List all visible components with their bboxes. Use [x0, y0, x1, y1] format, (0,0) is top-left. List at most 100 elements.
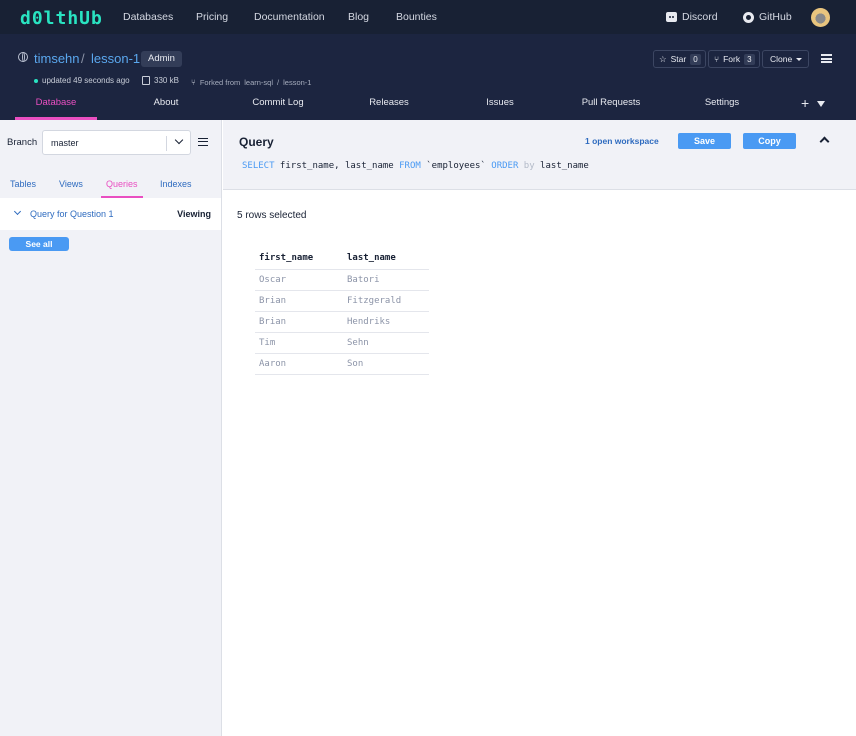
nav-link-documentation[interactable]: Documentation	[254, 11, 325, 23]
size-info: 330 kB	[142, 76, 179, 85]
forked-repo-link[interactable]: lesson-1	[283, 78, 311, 87]
results-table: first_name last_name Oscar Batori Brian …	[255, 248, 429, 375]
chevron-down-icon[interactable]	[13, 207, 22, 216]
table-cell: Aaron	[255, 353, 343, 375]
branch-label: Branch	[7, 137, 38, 148]
forked-sep: /	[277, 78, 280, 87]
discord-icon	[666, 12, 677, 22]
nav-link-bounties[interactable]: Bounties	[396, 11, 437, 23]
table-row: Brian Hendriks	[255, 311, 429, 333]
globe-icon	[18, 52, 28, 62]
tab-database[interactable]: Database	[36, 97, 77, 108]
fork-button[interactable]: ⑂ Fork 3	[708, 50, 760, 68]
column-header[interactable]: first_name	[255, 248, 343, 270]
nav-link-databases[interactable]: Databases	[123, 11, 173, 23]
star-count: 0	[690, 53, 701, 65]
github-icon	[743, 11, 754, 23]
fork-icon: ⑂	[191, 78, 196, 87]
sql-keyword-select: SELECT	[242, 161, 275, 171]
fork-icon: ⑂	[714, 54, 720, 64]
table-cell: Son	[343, 353, 429, 375]
table-cell: Batori	[343, 269, 429, 291]
select-divider	[166, 136, 167, 151]
clone-label: Clone	[770, 54, 793, 64]
github-label: GitHub	[759, 11, 792, 23]
tab-issues[interactable]: Issues	[486, 97, 513, 108]
discord-label: Discord	[682, 11, 718, 23]
sql-keyword-from: FROM	[399, 161, 421, 171]
nav-link-blog[interactable]: Blog	[348, 11, 369, 23]
updated-info: updated 49 seconds ago	[34, 76, 130, 85]
sql-table: `employees`	[420, 161, 492, 171]
copy-button[interactable]: Copy	[743, 133, 796, 149]
star-button[interactable]: ☆ Star 0	[653, 50, 706, 68]
plus-icon[interactable]: +	[801, 95, 809, 111]
sidebar-tab-views[interactable]: Views	[59, 179, 83, 189]
table-cell: Brian	[255, 290, 343, 312]
column-header[interactable]: last_name	[343, 248, 429, 270]
table-row: Brian Fitzgerald	[255, 290, 429, 312]
fork-count: 3	[744, 53, 755, 65]
branch-value: master	[51, 138, 79, 148]
table-row: Oscar Batori	[255, 269, 429, 291]
saved-query-name[interactable]: Query for Question 1	[30, 209, 114, 219]
table-header-row: first_name last_name	[255, 248, 429, 270]
table-row: Aaron Son	[255, 353, 429, 375]
sidebar-tab-tables[interactable]: Tables	[10, 179, 36, 189]
user-avatar[interactable]	[811, 8, 830, 27]
sql-query-editor[interactable]: SELECT first_name, last_name FROM `emplo…	[242, 161, 589, 171]
database-size-icon	[142, 76, 150, 85]
table-row: Tim Sehn	[255, 332, 429, 354]
chevron-down-icon	[174, 135, 184, 145]
table-cell: Brian	[255, 311, 343, 333]
github-link[interactable]: GitHub	[743, 11, 792, 23]
query-panel	[223, 120, 856, 190]
tab-about[interactable]: About	[154, 97, 179, 108]
table-cell: Sehn	[343, 332, 429, 354]
table-cell: Tim	[255, 332, 343, 354]
sidebar-tab-queries[interactable]: Queries	[106, 179, 138, 189]
see-all-button[interactable]: See all	[9, 237, 69, 251]
discord-link[interactable]: Discord	[666, 11, 718, 23]
query-title: Query	[239, 135, 274, 149]
tab-commit-log[interactable]: Commit Log	[252, 97, 303, 108]
caret-down-icon	[796, 57, 803, 61]
repo-path-separator: /	[81, 51, 85, 66]
star-icon: ☆	[659, 53, 667, 64]
fork-label: Fork	[723, 54, 741, 64]
tab-releases[interactable]: Releases	[369, 97, 409, 108]
tab-settings[interactable]: Settings	[705, 97, 739, 108]
sql-keyword-order: ORDER	[491, 161, 519, 171]
sql-order-column: last_name	[534, 161, 589, 171]
fork-info: ⑂ Forked from learn-sql / lesson-1	[191, 78, 311, 87]
updated-text: updated 49 seconds ago	[42, 76, 130, 85]
size-text: 330 kB	[154, 76, 179, 85]
table-cell: Fitzgerald	[343, 290, 429, 312]
role-badge: Admin	[141, 51, 182, 67]
table-cell: Hendriks	[343, 311, 429, 333]
repo-name-link[interactable]: lesson-1	[91, 51, 140, 66]
forked-from-label: Forked from	[199, 78, 241, 87]
clone-button[interactable]: Clone	[762, 50, 810, 68]
open-workspace-link[interactable]: 1 open workspace	[585, 136, 659, 146]
status-dot-icon	[34, 78, 38, 83]
star-label: Star	[670, 54, 687, 64]
sidebar-tab-indexes[interactable]: Indexes	[160, 179, 192, 189]
dolthub-logo[interactable]: d0lthUb	[20, 8, 103, 29]
saved-query-status: Viewing	[177, 209, 211, 219]
repo-owner-link[interactable]: timsehn	[34, 51, 80, 66]
rows-selected-summary: 5 rows selected	[237, 210, 307, 221]
sql-keyword-by: by	[518, 161, 535, 171]
save-button[interactable]: Save	[678, 133, 731, 149]
branch-select[interactable]: master	[42, 130, 191, 155]
caret-down-icon[interactable]	[817, 101, 825, 107]
nav-link-pricing[interactable]: Pricing	[196, 11, 228, 23]
saved-query-item[interactable]: Query for Question 1 Viewing	[0, 198, 221, 230]
tab-pull-requests[interactable]: Pull Requests	[582, 97, 641, 108]
sql-columns: first_name, last_name	[274, 161, 400, 171]
repo-menu-icon[interactable]	[821, 54, 832, 63]
table-cell: Oscar	[255, 269, 343, 291]
top-nav: d0lthUb Databases Pricing Documentation …	[0, 0, 856, 34]
sidebar-menu-icon[interactable]	[198, 138, 208, 146]
forked-owner-link[interactable]: learn-sql	[244, 78, 273, 87]
